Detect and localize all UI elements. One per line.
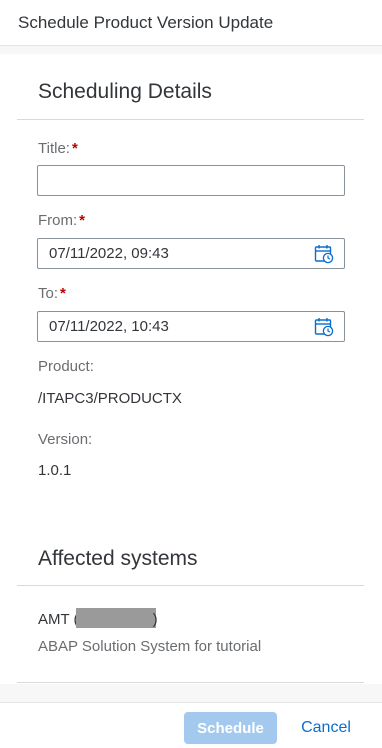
to-datetime-input[interactable]: 07/11/2022, 10:43 <box>37 311 345 342</box>
scheduling-details-panel: Scheduling Details Title: * From: * 07/11/… <box>0 54 382 524</box>
title-label-text: Title: <box>38 140 70 157</box>
calendar-icon[interactable] <box>314 244 334 264</box>
version-label: Version: <box>38 431 93 448</box>
required-indicator: * <box>71 140 78 157</box>
required-indicator: * <box>79 212 86 229</box>
from-label: From: * <box>38 212 85 229</box>
schedule-button[interactable]: Schedule <box>184 712 277 744</box>
cancel-button[interactable]: Cancel <box>290 712 362 744</box>
dialog-footer: Schedule Cancel <box>0 702 382 748</box>
title-label: Title: * <box>38 140 78 157</box>
dialog-header: Schedule Product Version Update <box>0 0 382 46</box>
section-divider <box>17 585 364 586</box>
section-divider <box>17 119 364 120</box>
system-description: ABAP Solution System for tutorial <box>38 638 262 655</box>
dialog-title: Schedule Product Version Update <box>18 13 274 32</box>
scheduling-details-heading: Scheduling Details <box>38 80 212 103</box>
redacted-block <box>75 608 156 628</box>
from-label-text: From: <box>38 212 78 229</box>
from-datetime-value: 07/11/2022, 09:43 <box>49 245 169 262</box>
to-label-text: To: <box>38 285 59 302</box>
product-label: Product: <box>38 358 94 375</box>
to-label: To: * <box>38 285 66 302</box>
dialog-content: Scheduling Details Title: * From: * 07/11/… <box>0 46 382 702</box>
from-datetime-input[interactable]: 07/11/2022, 09:43 <box>37 238 345 269</box>
version-value: 1.0.1 <box>38 462 72 479</box>
affected-systems-panel: Affected systems AMT () ABAP Solution Sy… <box>0 524 382 684</box>
required-indicator: * <box>60 285 66 302</box>
product-value: /ITAPC3/PRODUCTX <box>38 390 182 407</box>
system-name: AMT () <box>38 608 158 628</box>
affected-systems-heading: Affected systems <box>38 547 198 570</box>
system-name-prefix: AMT ( <box>38 611 79 628</box>
system-name-suffix: ) <box>152 611 158 628</box>
title-input[interactable] <box>37 165 345 196</box>
section-divider <box>17 682 364 683</box>
to-datetime-value: 07/11/2022, 10:43 <box>49 318 169 335</box>
calendar-icon[interactable] <box>314 317 334 337</box>
